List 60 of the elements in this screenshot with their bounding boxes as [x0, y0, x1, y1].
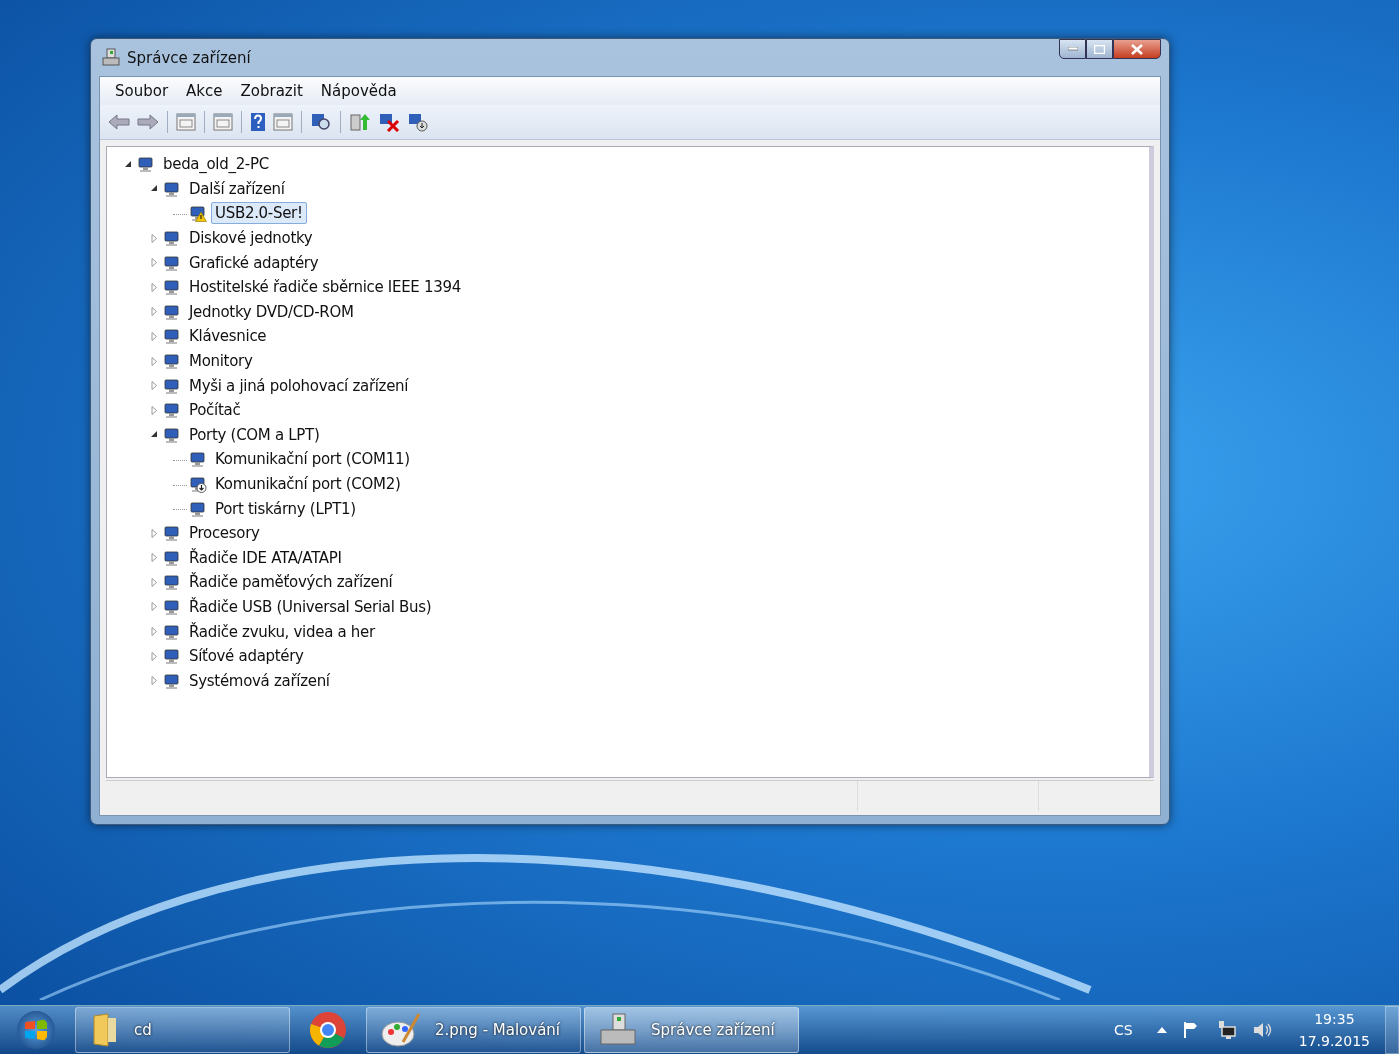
tree-item[interactable]: USB2.0-Ser!	[211, 202, 307, 225]
tree-item[interactable]: Řadiče IDE ATA/ATAPI	[185, 546, 346, 569]
tree-item[interactable]: Port tiskárny (LPT1)	[211, 497, 360, 520]
forward-button[interactable]	[135, 112, 161, 132]
tree-item[interactable]: Porty (COM a LPT)	[185, 423, 324, 446]
help-icon	[250, 112, 266, 132]
round-logo-icon	[309, 1011, 347, 1049]
device-disable-icon	[407, 112, 429, 132]
clock-date[interactable]: 17.9.2015	[1298, 1030, 1370, 1052]
close-icon	[1131, 43, 1143, 55]
clock-time[interactable]: 19:35	[1314, 1008, 1355, 1030]
minimize-button[interactable]	[1059, 39, 1086, 59]
menu-item[interactable]: Zobrazit	[233, 82, 310, 100]
windows-logo-icon	[17, 1011, 55, 1049]
tree-item[interactable]: Řadiče zvuku, videa a her	[185, 620, 379, 643]
tree-item[interactable]: Diskové jednotky	[185, 227, 317, 250]
panel-window-icon	[273, 113, 293, 131]
tree-item[interactable]: Procesory	[185, 522, 264, 545]
tree-item[interactable]: Síťové adaptéry	[185, 645, 308, 668]
device-remove-icon	[378, 112, 400, 132]
menu-item[interactable]: Soubor	[108, 82, 176, 100]
help-button[interactable]	[248, 110, 268, 134]
tree-item[interactable]: Řadiče paměťových zařízení	[185, 571, 397, 594]
computer-icon	[599, 1012, 637, 1048]
tree-item[interactable]: Klávesnice	[185, 325, 271, 348]
taskbar-button[interactable]: cd	[75, 1007, 290, 1053]
close-button[interactable]	[1113, 39, 1161, 59]
menu-item[interactable]: Nápověda	[313, 82, 404, 100]
right-arrow-icon	[137, 114, 159, 130]
tree-item[interactable]: Grafické adaptéry	[185, 251, 323, 274]
device-update-icon	[349, 112, 371, 132]
minimize-icon	[1067, 47, 1078, 51]
palette-icon	[381, 1012, 421, 1048]
window-title: Správce zařízení	[127, 48, 251, 67]
tree-item[interactable]: Počítač	[185, 399, 245, 422]
maximize-button[interactable]	[1086, 39, 1113, 59]
tree-item[interactable]: beda_old_2-PC	[159, 153, 273, 176]
tree-item[interactable]: Další zařízení	[185, 177, 289, 200]
network-icon[interactable]	[1216, 1020, 1237, 1040]
language-indicator[interactable]: CS	[1114, 1022, 1133, 1038]
computer-icon	[101, 47, 121, 68]
tree-item[interactable]: Systémová zařízení	[185, 669, 334, 692]
tree-item[interactable]: Řadiče USB (Universal Serial Bus)	[185, 596, 436, 618]
scan-hardware-icon	[310, 112, 332, 132]
props-button[interactable]	[211, 111, 235, 133]
back-button[interactable]	[106, 112, 132, 132]
tree-item[interactable]: Jednotky DVD/CD-ROM	[185, 300, 358, 323]
left-arrow-icon	[108, 114, 130, 130]
maximize-icon	[1094, 44, 1105, 54]
taskbar-button[interactable]: 2.png - Malování	[366, 1007, 581, 1053]
show-hidden-icons-icon[interactable]	[1156, 1027, 1167, 1033]
tree-item[interactable]: Hostitelské řadiče sběrnice IEEE 1394	[185, 276, 465, 299]
panel-button[interactable]	[174, 111, 198, 133]
tree-item[interactable]: Komunikační port (COM11)	[211, 448, 414, 471]
panel-window-icon	[176, 113, 196, 131]
tree-item[interactable]: Myši a jiná polohovací zařízení	[185, 374, 413, 397]
speaker-icon[interactable]	[1252, 1022, 1273, 1038]
tree-item[interactable]: Monitory	[185, 350, 257, 373]
properties-window-icon	[213, 113, 233, 131]
menu-item[interactable]: Akce	[179, 82, 230, 100]
